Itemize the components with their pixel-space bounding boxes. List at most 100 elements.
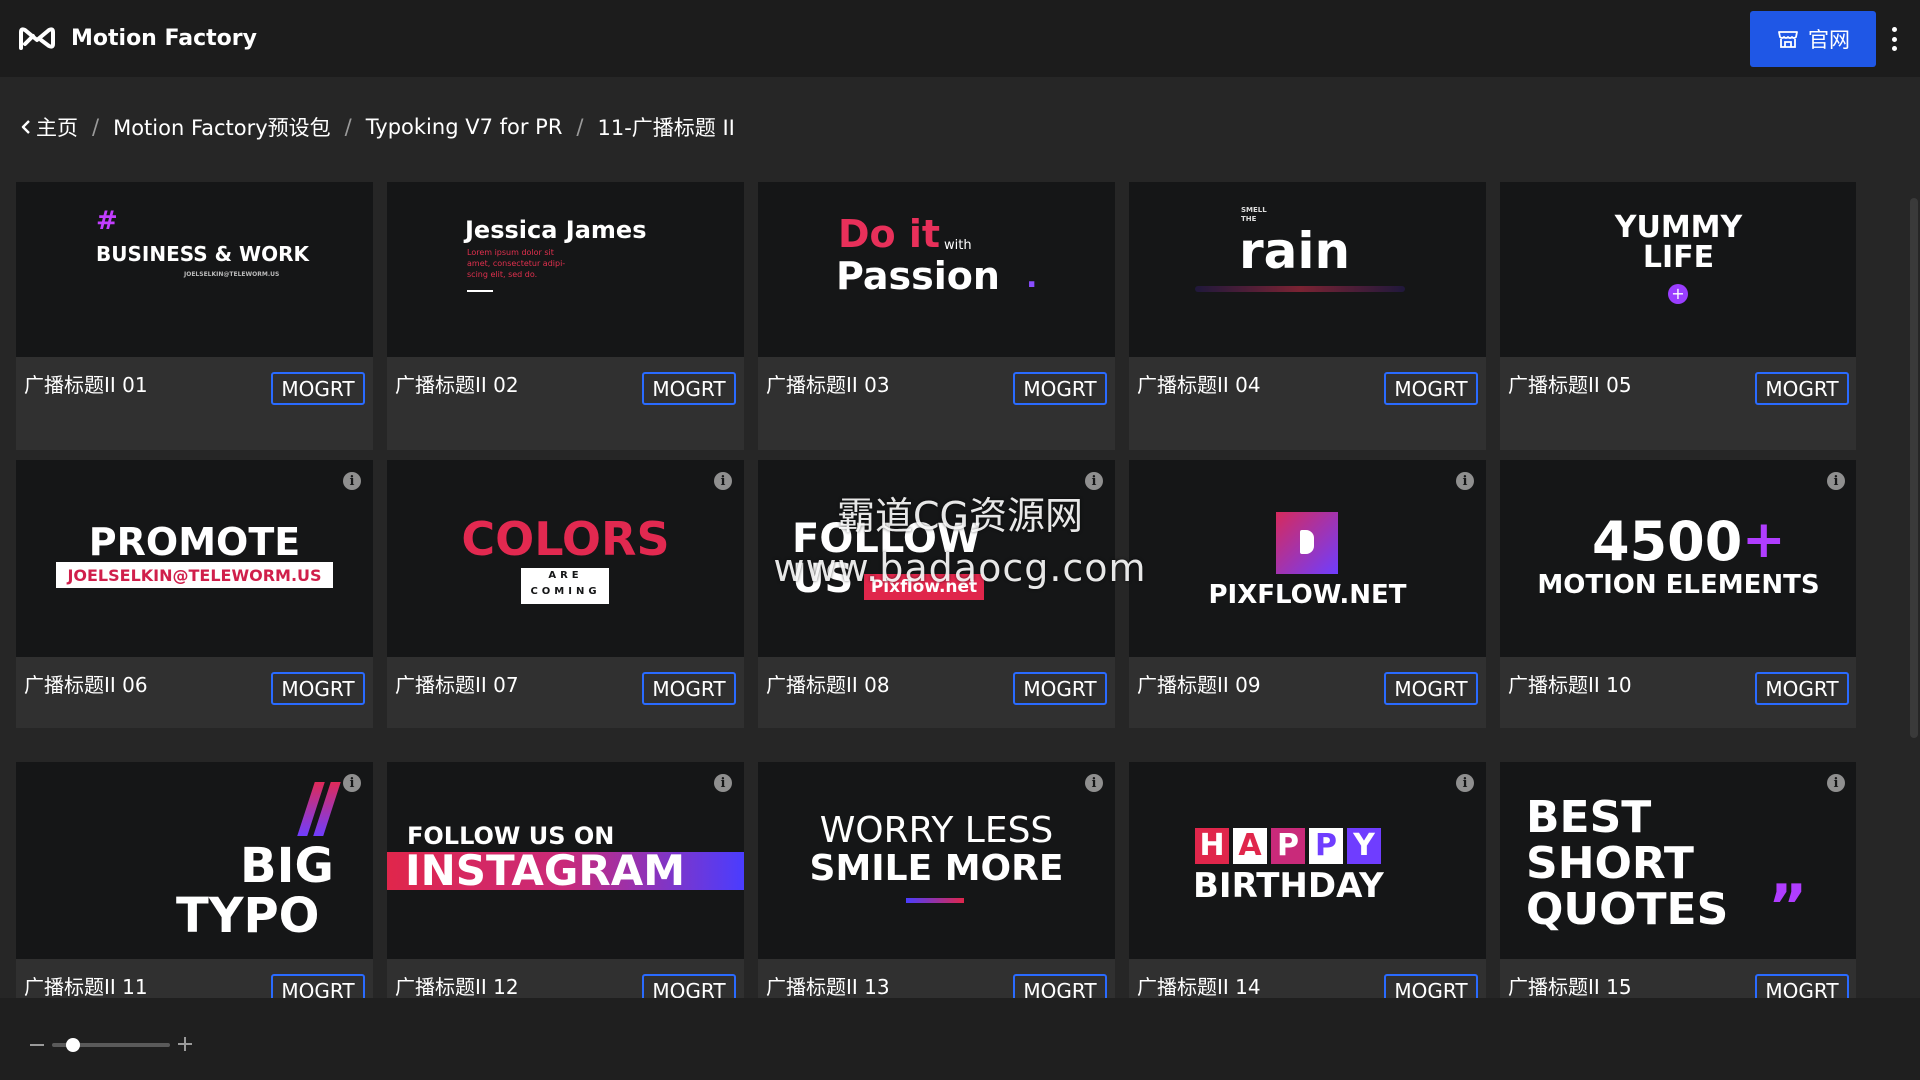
mogrt-button[interactable]: MOGRT [642, 672, 736, 705]
thumb-text: TYPO [176, 888, 320, 944]
info-icon[interactable]: i [714, 472, 732, 490]
thumb-text: INSTAGRAM [405, 846, 686, 895]
thumb-text: amet, consectetur adipi- [467, 259, 566, 268]
breadcrumb-item-current: 11-广播标题 II [597, 116, 735, 140]
preset-title: 广播标题II 03 [766, 373, 890, 397]
mogrt-button[interactable]: MOGRT [1384, 372, 1478, 405]
info-icon[interactable]: i [1085, 774, 1103, 792]
mogrt-button[interactable]: MOGRT [1755, 672, 1849, 705]
preset-thumbnail[interactable]: i FOLLOW US Pixflow.net [758, 460, 1115, 657]
preset-title: 广播标题II 14 [1137, 975, 1261, 998]
info-icon[interactable]: i [1456, 774, 1474, 792]
thumb-text: + [1742, 510, 1786, 570]
preset-card[interactable]: # BUSINESS & WORK JOELSELKIN@TELEWORM.US… [16, 182, 373, 450]
app-title: Motion Factory [71, 26, 257, 51]
preset-card[interactable]: i FOLLOW US Pixflow.net 广播标题II 08 MOGRT [758, 460, 1115, 728]
preset-title: 广播标题II 05 [1508, 373, 1632, 397]
mogrt-button[interactable]: MOGRT [271, 372, 365, 405]
divider [467, 290, 493, 292]
scrollbar[interactable] [1910, 198, 1918, 738]
info-icon[interactable]: i [1456, 472, 1474, 490]
preset-card[interactable]: i 4500 + MOTION ELEMENTS 广播标题II 10 MOGRT [1500, 460, 1856, 728]
preset-card[interactable]: Jessica James Lorem ipsum dolor sit amet… [387, 182, 744, 450]
preset-card[interactable]: YUMMY LIFE + 广播标题II 05 MOGRT [1500, 182, 1856, 450]
preset-title: 广播标题II 02 [395, 373, 519, 397]
thumb-text: P [1309, 828, 1343, 864]
breadcrumb-home[interactable]: 主页 [20, 112, 78, 142]
mogrt-button[interactable]: MOGRT [642, 974, 736, 998]
info-icon[interactable]: i [343, 472, 361, 490]
thumb-text: Pixflow.net [864, 574, 984, 600]
preset-thumbnail[interactable]: Jessica James Lorem ipsum dolor sit amet… [387, 182, 744, 357]
mogrt-button[interactable]: MOGRT [1013, 372, 1107, 405]
preset-card[interactable]: i PROMOTE JOELSELKIN@TELEWORM.US 广播标题II … [16, 460, 373, 728]
preset-card[interactable]: i PIXFLOW.NET 广播标题II 09 MOGRT [1129, 460, 1486, 728]
thumb-text: BIG [240, 838, 334, 894]
thumb-text: scing elit, sed do. [467, 270, 538, 279]
plus-icon: + [1668, 284, 1688, 304]
preset-card[interactable]: i WORRY LESS SMILE MORE 广播标题II 13 MOGRT [758, 762, 1115, 998]
breadcrumb-item-typoking[interactable]: Typoking V7 for PR [366, 115, 563, 139]
preset-thumbnail[interactable]: i BIG TYPO [16, 762, 373, 959]
mogrt-button[interactable]: MOGRT [642, 372, 736, 405]
mogrt-button[interactable]: MOGRT [1384, 672, 1478, 705]
preset-card[interactable]: i COLORS ARE COMING 广播标题II 07 MOGRT [387, 460, 744, 728]
info-icon[interactable]: i [343, 774, 361, 792]
thumb-text: Jessica James [465, 216, 647, 244]
preset-title: 广播标题II 13 [766, 975, 890, 998]
divider [906, 898, 964, 903]
breadcrumb-item-presets[interactable]: Motion Factory预设包 [113, 112, 331, 142]
more-vertical-icon[interactable] [1887, 24, 1901, 54]
plus-icon[interactable] [178, 1037, 192, 1051]
preset-title: 广播标题II 09 [1137, 673, 1261, 697]
thumb-text: Passion [836, 254, 1000, 298]
info-icon[interactable]: i [1827, 774, 1845, 792]
preset-title: 广播标题II 01 [24, 373, 148, 397]
preset-card[interactable]: i FOLLOW US ON INSTAGRAM 广播标题II 12 MOGRT [387, 762, 744, 998]
preset-card[interactable]: i BEST SHORT QUOTES ” 广播标题II 15 MOGRT [1500, 762, 1856, 998]
preset-thumbnail[interactable]: Do it with Passion . [758, 182, 1115, 357]
thumb-text: PROMOTE [88, 520, 301, 564]
preset-thumbnail[interactable]: i PROMOTE JOELSELKIN@TELEWORM.US [16, 460, 373, 657]
thumb-text: Y [1347, 828, 1381, 864]
preset-thumbnail[interactable]: i PIXFLOW.NET [1129, 460, 1486, 657]
preset-thumbnail[interactable]: i 4500 + MOTION ELEMENTS [1500, 460, 1856, 657]
mogrt-button[interactable]: MOGRT [271, 672, 365, 705]
preset-thumbnail[interactable]: i FOLLOW US ON INSTAGRAM [387, 762, 744, 959]
thumb-text: COMING [530, 586, 601, 597]
preset-card[interactable]: SMELL THE rain 广播标题II 04 MOGRT [1129, 182, 1486, 450]
breadcrumb: 主页 / Motion Factory预设包 / Typoking V7 for… [20, 112, 735, 142]
preset-thumbnail[interactable]: YUMMY LIFE + [1500, 182, 1856, 357]
thumb-text: SMILE MORE [809, 848, 1064, 889]
official-site-label: 官网 [1808, 28, 1850, 52]
mogrt-button[interactable]: MOGRT [1013, 672, 1107, 705]
thumb-text: WORRY LESS [819, 810, 1054, 851]
mogrt-button[interactable]: MOGRT [1755, 974, 1849, 998]
mogrt-button[interactable]: MOGRT [1755, 372, 1849, 405]
preset-thumbnail[interactable]: i H A P P Y BIRTHDAY [1129, 762, 1486, 959]
breadcrumb-separator: / [344, 115, 352, 139]
chevron-left-icon [21, 120, 30, 134]
info-icon[interactable]: i [1827, 472, 1845, 490]
thumb-text: P [1271, 828, 1305, 864]
thumb-text: COLORS [461, 512, 670, 566]
thumb-text: . [1026, 260, 1038, 295]
minus-icon[interactable] [30, 1044, 44, 1046]
preset-thumbnail[interactable]: # BUSINESS & WORK JOELSELKIN@TELEWORM.US [16, 182, 373, 357]
mogrt-button[interactable]: MOGRT [1013, 974, 1107, 998]
preset-card[interactable]: i H A P P Y BIRTHDAY 广播标题II 14 MOGRT [1129, 762, 1486, 998]
preset-thumbnail[interactable]: i COLORS ARE COMING [387, 460, 744, 657]
preset-thumbnail[interactable]: SMELL THE rain [1129, 182, 1486, 357]
info-icon[interactable]: i [714, 774, 732, 792]
info-icon[interactable]: i [1085, 472, 1103, 490]
preset-thumbnail[interactable]: i BEST SHORT QUOTES ” [1500, 762, 1856, 959]
preset-thumbnail[interactable]: i WORRY LESS SMILE MORE [758, 762, 1115, 959]
breadcrumb-home-label: 主页 [36, 116, 78, 140]
preset-card[interactable]: Do it with Passion . 广播标题II 03 MOGRT [758, 182, 1115, 450]
mogrt-button[interactable]: MOGRT [271, 974, 365, 998]
thumb-text: BIRTHDAY [1193, 866, 1384, 906]
mogrt-button[interactable]: MOGRT [1384, 974, 1478, 998]
official-site-button[interactable]: 官网 [1750, 11, 1876, 67]
preset-card[interactable]: i BIG TYPO 广播标题II 11 MOGRT [16, 762, 373, 998]
thumb-text: JOELSELKIN@TELEWORM.US [67, 566, 322, 585]
